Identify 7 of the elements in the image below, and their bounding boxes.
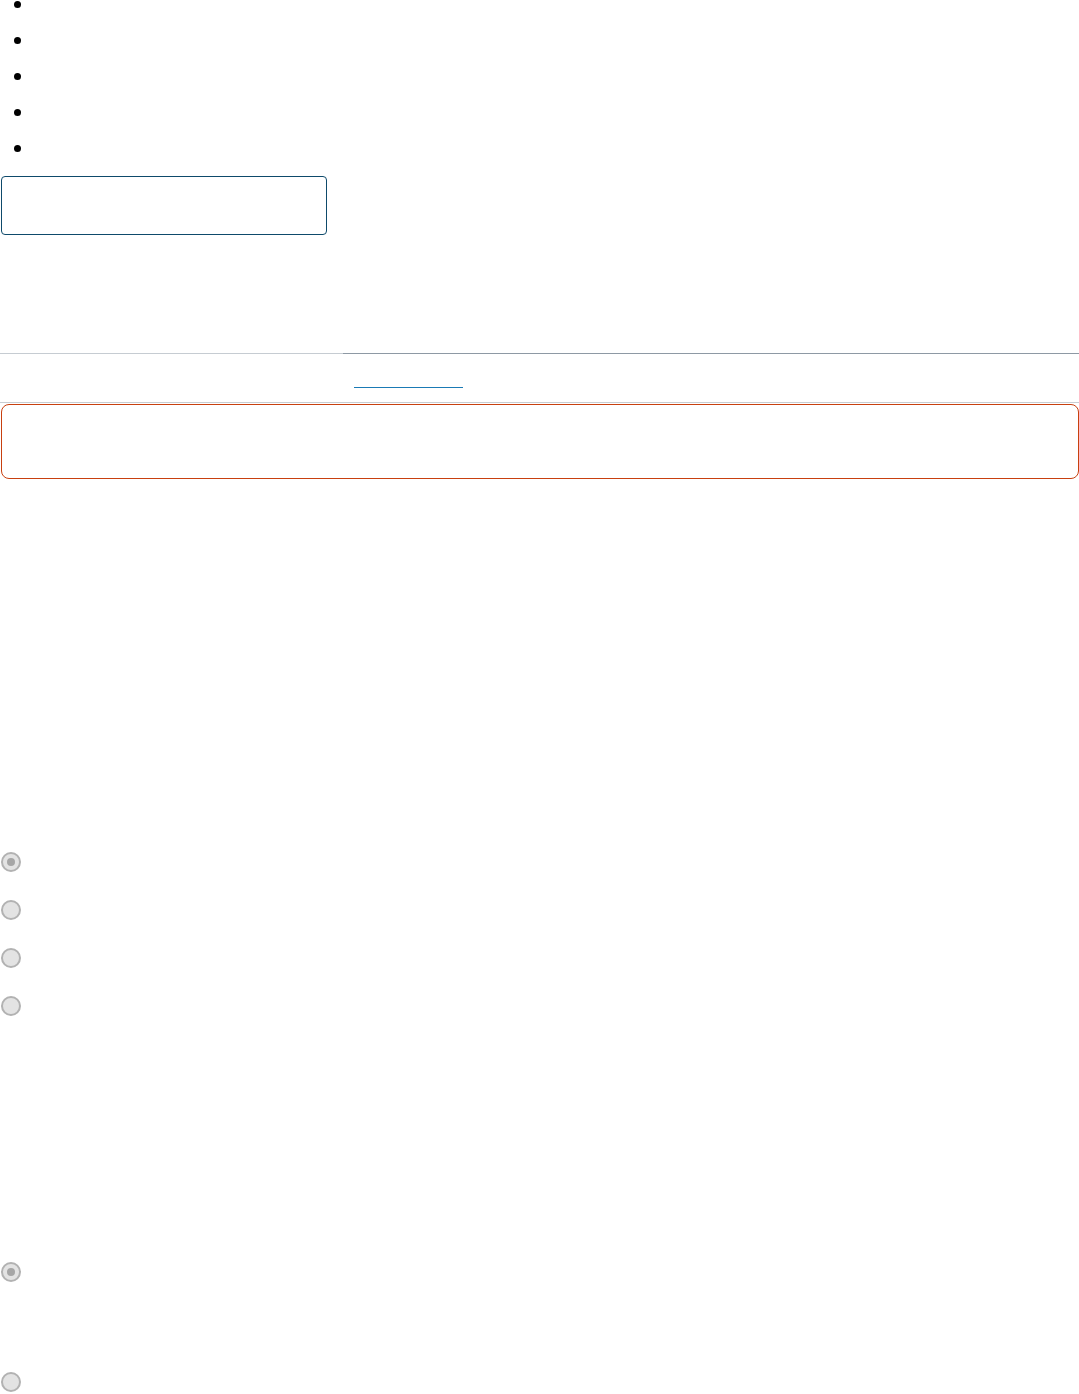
bullet-icon — [14, 73, 21, 80]
bullet-icon — [14, 1, 21, 8]
bullet-icon — [14, 109, 21, 116]
bullet-icon — [14, 37, 21, 44]
text-field[interactable] — [1, 176, 327, 235]
bullet-icon — [14, 145, 21, 152]
link[interactable] — [354, 386, 463, 388]
